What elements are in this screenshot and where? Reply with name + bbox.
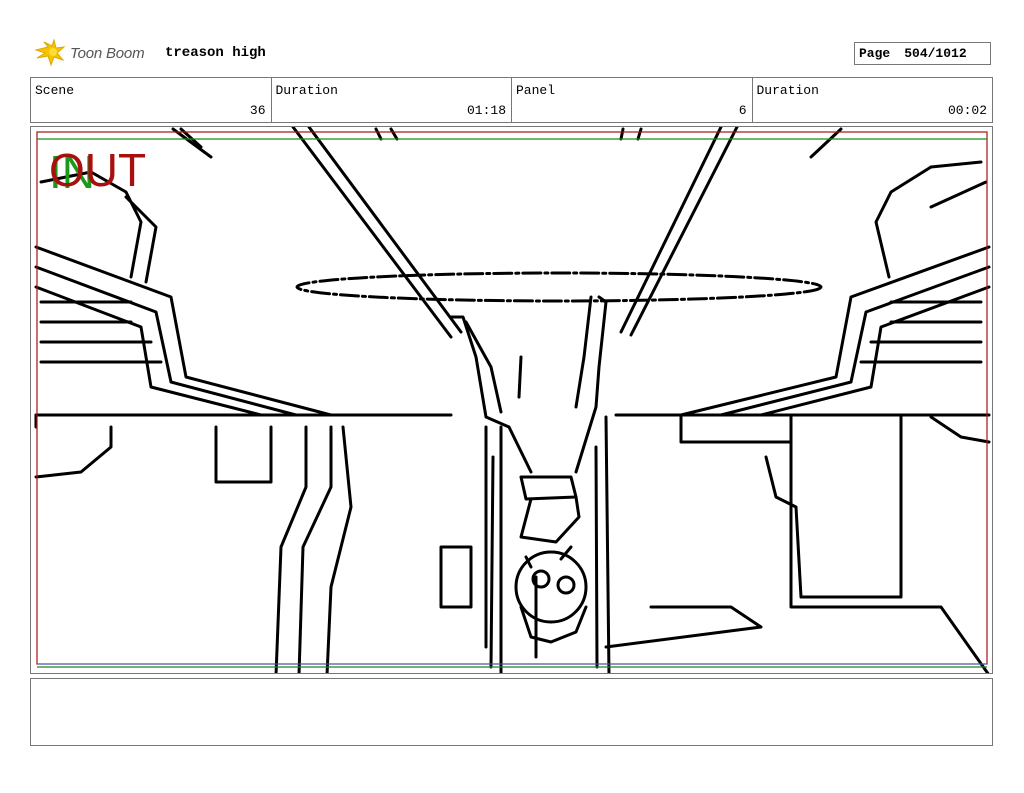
panel-duration-cell: Duration 00:02 xyxy=(753,78,993,122)
scene-cell: Scene 36 xyxy=(31,78,272,122)
scene-label: Scene xyxy=(35,83,75,98)
page-label: Page xyxy=(859,46,891,61)
storyboard-info-row: Scene 36 Duration 01:18 Panel 6 Duration… xyxy=(30,77,993,123)
scene-value: 36 xyxy=(249,103,266,118)
panel-notes xyxy=(30,678,993,746)
page-value: 504/1012 xyxy=(904,46,967,61)
out-marker: OUT xyxy=(49,144,147,196)
scene-duration-cell: Duration 01:18 xyxy=(272,78,512,122)
panel-value: 6 xyxy=(738,103,747,118)
scene-duration-label: Duration xyxy=(275,83,338,98)
toon-boom-logo: Toon Boom xyxy=(34,38,145,68)
toon-boom-logo-icon xyxy=(34,38,66,67)
panel-duration-value: 00:02 xyxy=(947,103,987,118)
page-counter: Page 504/1012 xyxy=(854,42,991,65)
scene-duration-value: 01:18 xyxy=(466,103,506,118)
project-title: treason high xyxy=(165,45,266,61)
storyboard-panel: IN OUT xyxy=(30,126,993,674)
panel-drawing xyxy=(34,127,991,673)
logo-text: Toon Boom xyxy=(70,44,145,62)
panel-cell: Panel 6 xyxy=(512,78,753,122)
panel-duration-label: Duration xyxy=(756,83,819,98)
panel-label: Panel xyxy=(516,83,556,98)
